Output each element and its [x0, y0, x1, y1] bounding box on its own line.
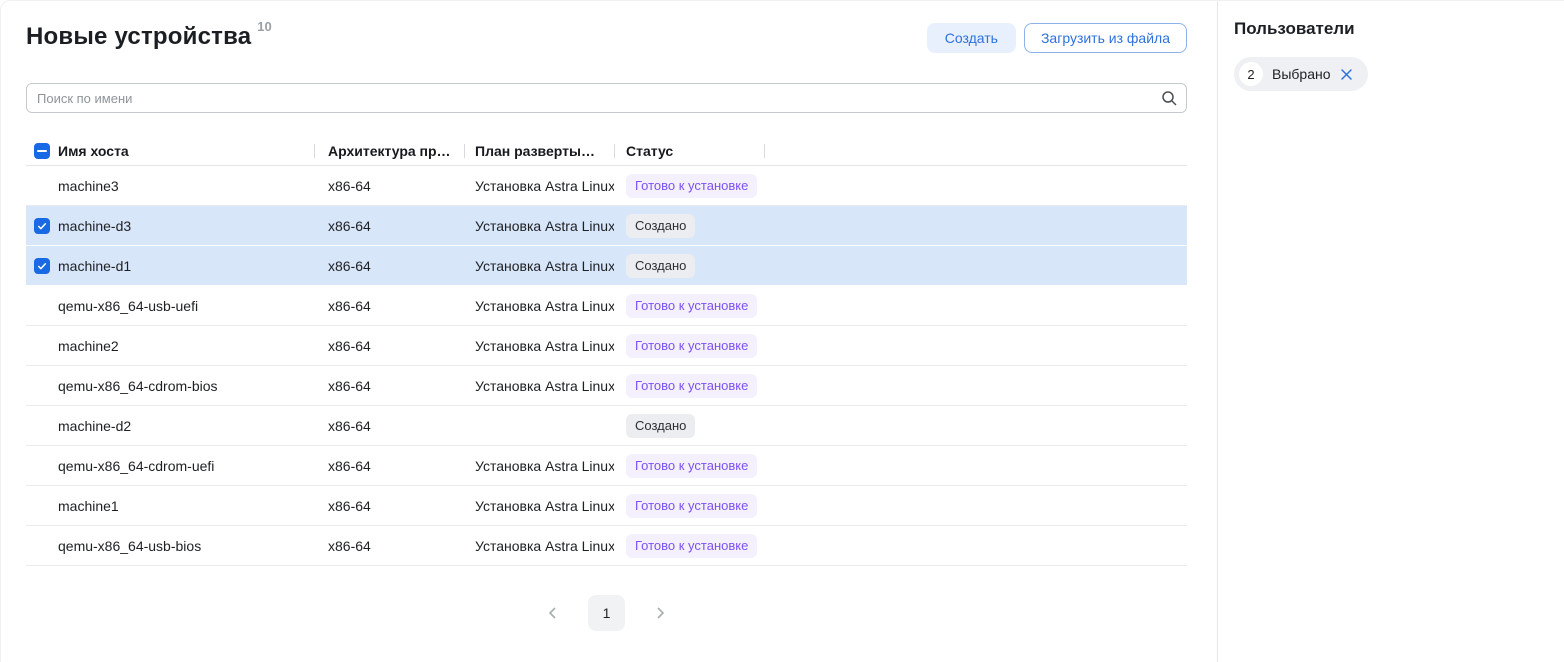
table-header-row: Имя хоста Архитектура пр… План разверты……	[26, 136, 1187, 166]
column-header-filler	[764, 136, 1187, 165]
column-header-hostname: Имя хоста	[26, 136, 314, 165]
arch-cell: x86-64	[314, 298, 464, 314]
upload-from-file-button[interactable]: Загрузить из файла	[1024, 23, 1187, 53]
create-button[interactable]: Создать	[927, 23, 1016, 53]
host-name-cell: machine-d2	[58, 418, 131, 434]
plan-cell: Установка Astra Linux	[464, 538, 614, 554]
table-row[interactable]: machine1 x86-64 Установка Astra Linux Го…	[26, 486, 1187, 526]
column-header-plan: План разверты…	[464, 136, 614, 165]
table-row[interactable]: machine-d2 x86-64 Создано	[26, 406, 1187, 446]
table-row[interactable]: qemu-x86_64-cdrom-bios x86-64 Установка …	[26, 366, 1187, 406]
arch-cell: x86-64	[314, 338, 464, 354]
table-row[interactable]: machine-d1 x86-64 Установка Astra Linux …	[26, 246, 1187, 286]
host-name-cell: machine1	[58, 498, 119, 514]
main-content: Новые устройства10 Создать Загрузить из …	[1, 1, 1217, 662]
arch-cell: x86-64	[314, 258, 464, 274]
table-row[interactable]: qemu-x86_64-cdrom-uefi x86-64 Установка …	[26, 446, 1187, 486]
search-input[interactable]	[26, 83, 1187, 113]
selected-chip: 2 Выбрано	[1234, 57, 1368, 91]
plan-cell: Установка Astra Linux	[464, 458, 614, 474]
plan-cell: Установка Astra Linux	[464, 378, 614, 394]
status-badge: Готово к установке	[626, 174, 757, 198]
right-panel: Пользователи 2 Выбрано Назначить план ра…	[1217, 1, 1564, 662]
row-checkbox[interactable]	[34, 218, 50, 234]
arch-cell: x86-64	[314, 378, 464, 394]
pagination: 1	[26, 595, 1187, 631]
check-icon	[36, 260, 48, 272]
check-icon	[36, 220, 48, 232]
chevron-right-icon[interactable]	[651, 604, 669, 622]
search-icon	[1161, 90, 1177, 106]
host-name-cell: qemu-x86_64-cdrom-uefi	[58, 458, 214, 474]
select-all-checkbox[interactable]	[34, 143, 50, 159]
table-row[interactable]: machine3 x86-64 Установка Astra Linux Го…	[26, 166, 1187, 206]
host-name-cell: machine-d3	[58, 218, 131, 234]
table-body: machine3 x86-64 Установка Astra Linux Го…	[26, 166, 1187, 566]
host-name-cell: qemu-x86_64-usb-bios	[58, 538, 201, 554]
status-badge: Готово к установке	[626, 494, 757, 518]
row-checkbox[interactable]	[34, 258, 50, 274]
arch-cell: x86-64	[314, 498, 464, 514]
close-icon[interactable]	[1340, 67, 1354, 81]
arch-cell: x86-64	[314, 218, 464, 234]
plan-cell: Установка Astra Linux	[464, 338, 614, 354]
arch-cell: x86-64	[314, 538, 464, 554]
status-badge: Готово к установке	[626, 374, 757, 398]
table-row[interactable]: qemu-x86_64-usb-uefi x86-64 Установка As…	[26, 286, 1187, 326]
selected-label: Выбрано	[1272, 66, 1331, 82]
column-header-architecture: Архитектура пр…	[314, 136, 464, 165]
table-row[interactable]: qemu-x86_64-usb-bios x86-64 Установка As…	[26, 526, 1187, 566]
page-title: Новые устройства10	[26, 23, 272, 51]
panel-title: Пользователи	[1234, 19, 1355, 39]
plan-cell: Установка Astra Linux	[464, 218, 614, 234]
page-header: Новые устройства10 Создать Загрузить из …	[26, 23, 1187, 53]
status-badge: Готово к установке	[626, 294, 757, 318]
status-badge: Готово к установке	[626, 454, 757, 478]
arch-cell: x86-64	[314, 458, 464, 474]
host-name-cell: qemu-x86_64-usb-uefi	[58, 298, 198, 314]
host-name-cell: machine3	[58, 178, 119, 194]
page-title-text: Новые устройства	[26, 23, 251, 50]
status-badge: Создано	[626, 414, 695, 438]
status-badge: Готово к установке	[626, 534, 757, 558]
page-title-count: 10	[257, 19, 271, 34]
chevron-left-icon[interactable]	[544, 604, 562, 622]
devices-table: Имя хоста Архитектура пр… План разверты……	[26, 136, 1187, 566]
arch-cell: x86-64	[314, 178, 464, 194]
page: Новые устройства10 Создать Загрузить из …	[0, 0, 1564, 662]
plan-cell: Установка Astra Linux	[464, 178, 614, 194]
host-name-cell: machine2	[58, 338, 119, 354]
page-number-button[interactable]: 1	[588, 595, 625, 631]
plan-cell: Установка Astra Linux	[464, 498, 614, 514]
host-name-cell: qemu-x86_64-cdrom-bios	[58, 378, 218, 394]
column-header-status: Статус	[614, 136, 764, 165]
arch-cell: x86-64	[314, 418, 464, 434]
table-row[interactable]: machine-d3 x86-64 Установка Astra Linux …	[26, 206, 1187, 246]
search-bar	[26, 83, 1187, 113]
indeterminate-icon	[37, 146, 47, 156]
status-badge: Создано	[626, 254, 695, 278]
status-badge: Готово к установке	[626, 334, 757, 358]
host-name-cell: machine-d1	[58, 258, 131, 274]
plan-cell: Установка Astra Linux	[464, 298, 614, 314]
plan-cell: Установка Astra Linux	[464, 258, 614, 274]
status-badge: Создано	[626, 214, 695, 238]
table-row[interactable]: machine2 x86-64 Установка Astra Linux Го…	[26, 326, 1187, 366]
selected-count: 2	[1239, 62, 1263, 86]
